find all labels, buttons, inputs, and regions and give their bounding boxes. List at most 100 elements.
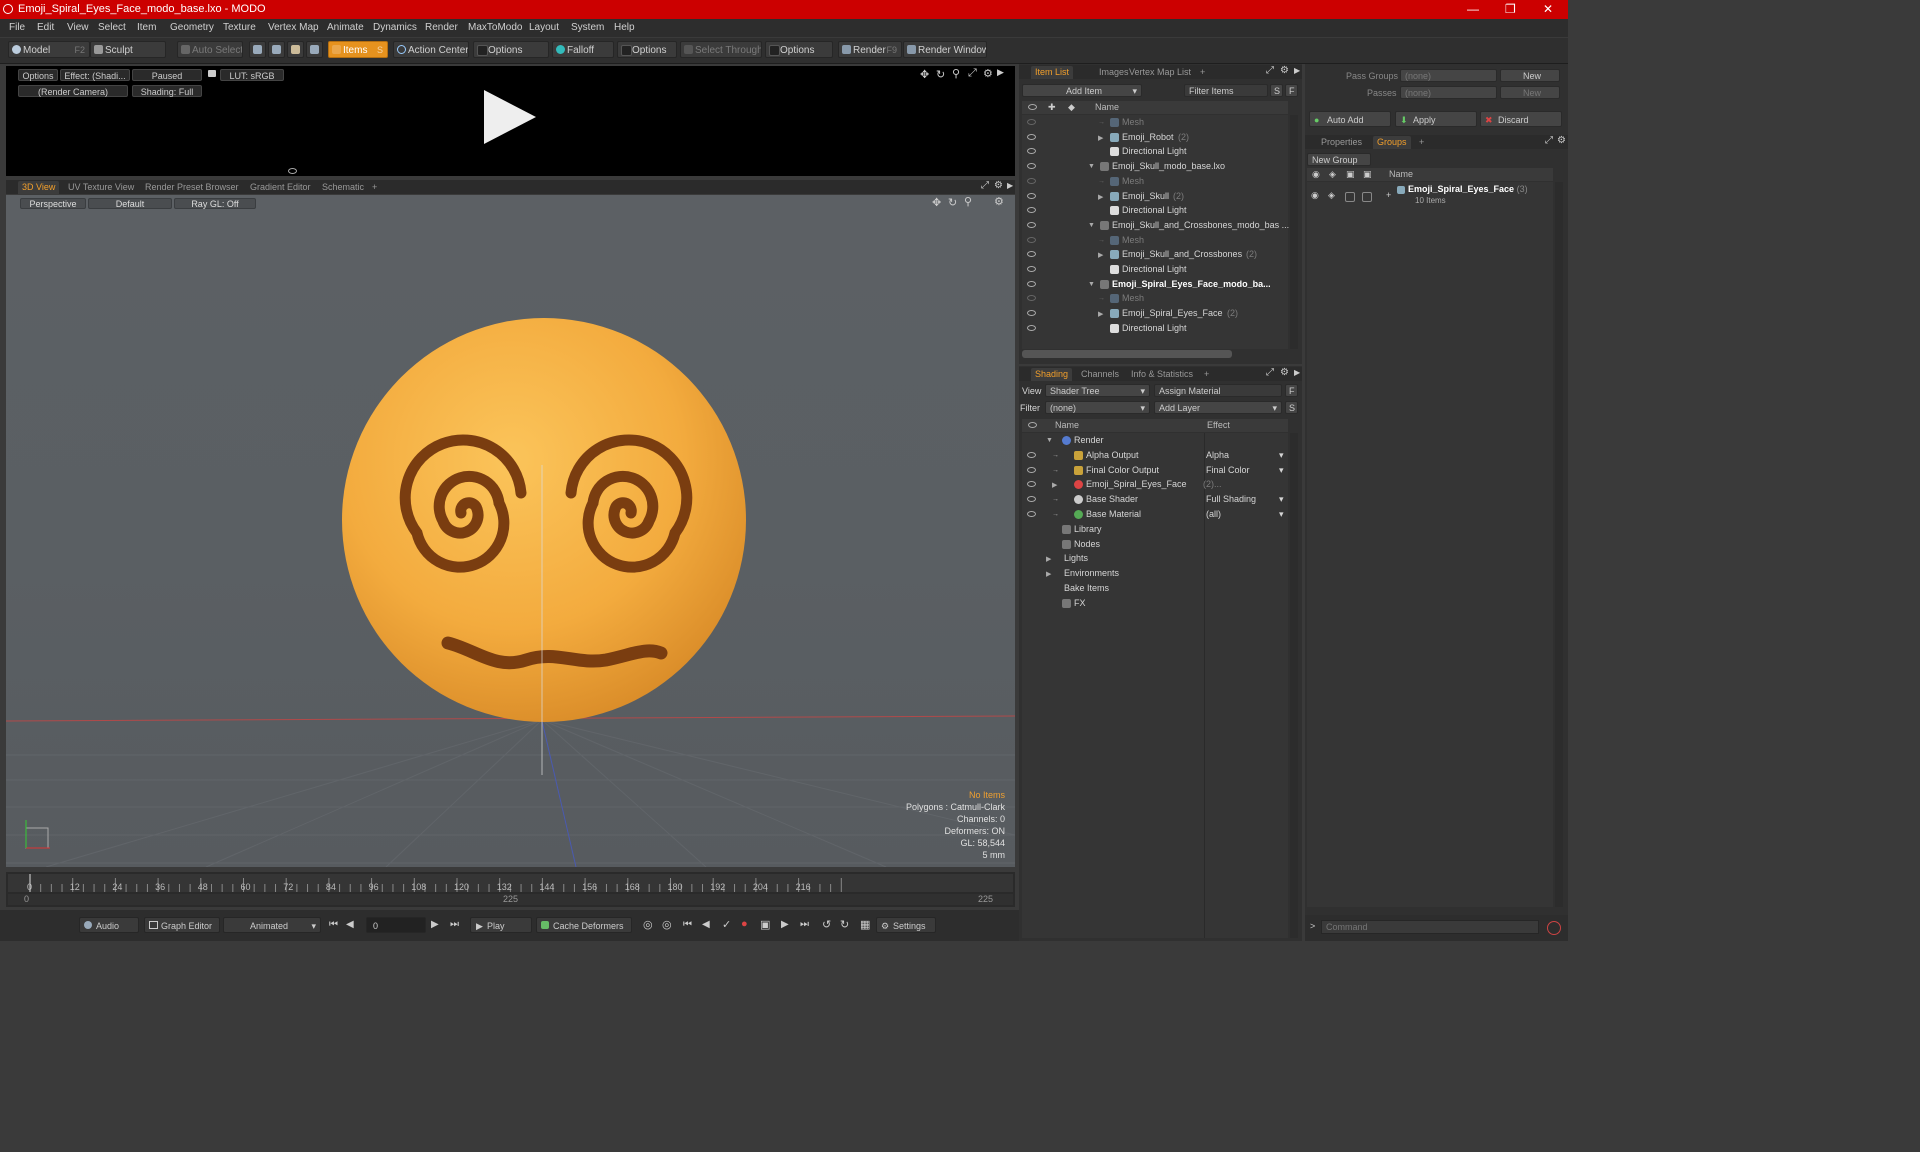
menu-file[interactable]: File bbox=[9, 22, 25, 33]
shader-tree-row[interactable]: Bake Items bbox=[1022, 582, 1288, 596]
move-view-icon[interactable]: ✥ bbox=[920, 68, 929, 81]
command-history-icon[interactable] bbox=[1547, 921, 1561, 935]
visibility-eye-icon[interactable] bbox=[1027, 280, 1036, 287]
item-list-row[interactable]: → Mesh bbox=[1022, 175, 1288, 189]
menu-geometry[interactable]: Geometry bbox=[170, 22, 214, 33]
zoom-icon[interactable]: ⚲ bbox=[952, 67, 960, 80]
items-mode-button[interactable]: Items S bbox=[328, 41, 388, 58]
materials-mode-button[interactable] bbox=[306, 41, 323, 58]
filter-items-input[interactable]: Filter Items bbox=[1184, 84, 1268, 97]
emoji-spiral-eyes-face-mesh[interactable] bbox=[342, 318, 746, 722]
animated-dropdown[interactable]: Animated ▾ bbox=[223, 917, 321, 933]
skip-end-icon[interactable]: ⏭ bbox=[450, 919, 459, 930]
select-checkbox[interactable] bbox=[1362, 192, 1372, 202]
shading-dropdown[interactable]: Shading: Full bbox=[132, 85, 202, 97]
chevron-down-icon[interactable]: ▾ bbox=[1279, 509, 1284, 520]
menu-texture[interactable]: Texture bbox=[223, 22, 256, 33]
group-row[interactable]: ◉ ◈ + Emoji_Spiral_Eyes_Face (3) 10 Item… bbox=[1307, 182, 1553, 208]
tab-uv-texture-view[interactable]: UV Texture View bbox=[64, 181, 138, 194]
step-forward-icon[interactable]: ▶ bbox=[431, 919, 439, 930]
item-list-row[interactable]: Directional Light bbox=[1022, 263, 1288, 277]
vertices-mode-button[interactable] bbox=[249, 41, 266, 58]
tab-properties[interactable]: Properties bbox=[1317, 136, 1366, 149]
shader-tree-row[interactable]: Nodes bbox=[1022, 538, 1288, 552]
render-window-button[interactable]: Render Window bbox=[903, 41, 987, 58]
add-tab-button[interactable]: + bbox=[1196, 66, 1209, 79]
preview-options-button[interactable]: Options bbox=[18, 69, 58, 81]
lock-checkbox[interactable] bbox=[1345, 192, 1355, 202]
add-tab-button[interactable]: + bbox=[1415, 136, 1428, 149]
new-pass-group-button[interactable]: New bbox=[1500, 69, 1560, 82]
item-list-row[interactable]: ▼ Emoji_Spiral_Eyes_Face_modo_ba... bbox=[1022, 278, 1288, 292]
visibility-eye-icon[interactable] bbox=[1027, 192, 1036, 199]
select-through-options-button[interactable]: Options bbox=[765, 41, 833, 58]
prev-key-icon[interactable]: ◀ bbox=[702, 919, 710, 930]
tab-render-preset-browser[interactable]: Render Preset Browser bbox=[141, 181, 243, 194]
groups-scrollbar[interactable] bbox=[1555, 182, 1563, 907]
menu-maxtomodo[interactable]: MaxToModo bbox=[468, 22, 522, 33]
visibility-eye-icon[interactable] bbox=[1027, 177, 1036, 184]
play-icon[interactable] bbox=[484, 90, 536, 144]
discard-button[interactable]: ✖ Discard bbox=[1480, 111, 1562, 127]
filter-dropdown[interactable]: (none) ▾ bbox=[1045, 401, 1150, 414]
item-list-row[interactable]: ▶ Emoji_Spiral_Eyes_Face (2) bbox=[1022, 307, 1288, 321]
audio-button[interactable]: Audio bbox=[79, 917, 139, 933]
item-list-row[interactable]: ▶ Emoji_Skull_and_Crossbones (2) bbox=[1022, 248, 1288, 262]
play-button[interactable]: ▶ Play bbox=[470, 917, 532, 933]
filter-s-button[interactable]: S bbox=[1270, 84, 1283, 97]
lut-dropdown[interactable]: LUT: sRGB bbox=[220, 69, 284, 81]
graph-editor-button[interactable]: Graph Editor bbox=[144, 917, 220, 933]
tab-channels[interactable]: Channels bbox=[1077, 368, 1123, 381]
rotate-view-icon[interactable]: ↻ bbox=[936, 68, 945, 81]
add-tab-button[interactable]: + bbox=[368, 181, 381, 194]
visibility-eye-icon[interactable] bbox=[1027, 310, 1036, 317]
menu-view[interactable]: View bbox=[67, 22, 89, 33]
step-back-icon[interactable]: ◀ bbox=[346, 919, 354, 930]
tab-shading[interactable]: Shading bbox=[1031, 368, 1073, 381]
visibility-eye-icon[interactable] bbox=[1027, 266, 1036, 272]
action-center-options-button[interactable]: Options bbox=[473, 41, 549, 58]
collapse-arrow-icon[interactable]: ▼ bbox=[1046, 437, 1053, 444]
expand-arrow-icon[interactable]: ▶ bbox=[1046, 555, 1051, 563]
pass-groups-dropdown[interactable]: (none) bbox=[1400, 69, 1497, 82]
gear-icon[interactable]: ⚙ bbox=[994, 180, 1003, 191]
close-icon[interactable]: ✕ bbox=[1543, 2, 1553, 16]
visibility-eye-icon[interactable]: ◉ bbox=[1311, 190, 1319, 201]
auto-key-icon[interactable]: ▣ bbox=[760, 918, 770, 931]
shader-tree-row[interactable]: ▶ Emoji_Spiral_Eyes_Face (2)... bbox=[1022, 478, 1288, 492]
model-mode-button[interactable]: Model F2 bbox=[8, 41, 90, 58]
new-pass-button[interactable]: New bbox=[1500, 86, 1560, 99]
apply-button[interactable]: ⬇ Apply bbox=[1395, 111, 1477, 127]
default-dropdown[interactable]: Default bbox=[88, 198, 172, 209]
visibility-eye-icon[interactable] bbox=[1027, 466, 1036, 473]
menu-select[interactable]: Select bbox=[98, 22, 126, 33]
arrow-right-icon[interactable]: ▶ bbox=[1294, 368, 1300, 377]
menu-vertex-map[interactable]: Vertex Map bbox=[268, 22, 319, 33]
visibility-eye-icon[interactable] bbox=[1027, 133, 1036, 140]
tab-item-list[interactable]: Item List bbox=[1031, 66, 1074, 79]
prev-key-icon[interactable]: ⏮ bbox=[683, 919, 692, 930]
action-center-button[interactable]: Action Center bbox=[393, 41, 469, 58]
keyframe-tool-icon[interactable]: ◎ bbox=[643, 918, 653, 931]
item-list-row[interactable]: ▼ Emoji_Skull_and_Crossbones_modo_bas ... bbox=[1022, 219, 1289, 233]
tab-vertex-map-list[interactable]: Vertex Map List bbox=[1125, 66, 1195, 79]
visibility-eye-icon[interactable] bbox=[1027, 148, 1036, 155]
expand-arrow-icon[interactable]: → bbox=[1052, 467, 1059, 474]
collapse-arrow-icon[interactable]: ▼ bbox=[1088, 163, 1095, 170]
render-camera-dropdown[interactable]: (Render Camera) bbox=[18, 85, 128, 97]
loop-icon[interactable]: ↺ bbox=[822, 918, 831, 931]
shader-tree-row[interactable]: → Alpha Output Alpha ▾ bbox=[1022, 449, 1288, 463]
maximize-icon[interactable]: ⤢ bbox=[1266, 367, 1274, 378]
arrow-right-icon[interactable]: ▶ bbox=[1294, 66, 1300, 75]
effect-dropdown[interactable]: (all) bbox=[1206, 509, 1221, 519]
menu-item[interactable]: Item bbox=[137, 22, 156, 33]
menu-render[interactable]: Render bbox=[425, 22, 458, 33]
expand-arrow-icon[interactable]: ▶ bbox=[1098, 134, 1103, 142]
new-group-button[interactable]: New Group bbox=[1307, 153, 1371, 166]
visibility-eye-icon[interactable] bbox=[1027, 481, 1036, 488]
keyframe-tool-icon[interactable]: ◎ bbox=[662, 918, 672, 931]
menu-layout[interactable]: Layout bbox=[529, 22, 559, 33]
settings-button[interactable]: ⚙ Settings bbox=[876, 917, 936, 933]
gear-icon[interactable]: ⚙ bbox=[1280, 367, 1289, 378]
maximize-icon[interactable]: ⤢ bbox=[1266, 65, 1274, 76]
